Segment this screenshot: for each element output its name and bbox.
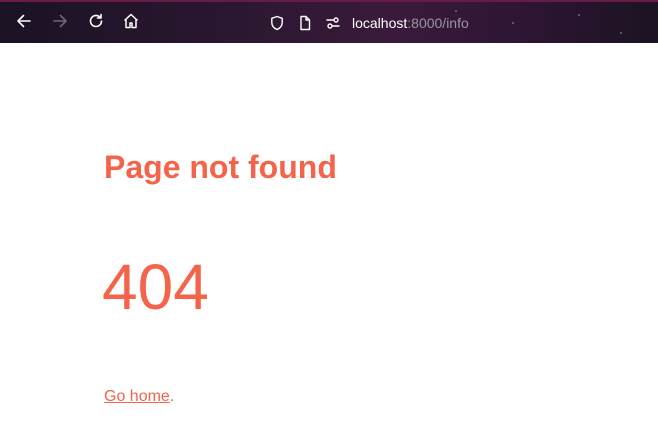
arrow-left-icon	[15, 12, 33, 35]
go-home-link[interactable]: Go home	[104, 388, 170, 405]
address-bar[interactable]: localhost:8000/info	[268, 10, 608, 36]
home-link-line: Go home.	[104, 386, 174, 408]
permissions-icon[interactable]	[324, 14, 342, 32]
address-url[interactable]: localhost:8000/info	[352, 15, 469, 31]
page-title: Page not found	[104, 149, 337, 185]
reload-button[interactable]	[83, 10, 109, 36]
error-code: 404	[102, 251, 209, 323]
shield-icon[interactable]	[268, 14, 286, 32]
home-icon	[122, 12, 140, 35]
url-port-path: :8000/info	[407, 15, 469, 31]
forward-button[interactable]	[47, 10, 73, 36]
home-link-suffix: .	[169, 388, 175, 405]
home-button[interactable]	[118, 10, 144, 36]
arrow-right-icon	[51, 12, 69, 35]
background-speck	[620, 32, 622, 34]
url-host: localhost	[352, 15, 408, 31]
browser-toolbar: localhost:8000/info	[0, 0, 658, 43]
back-button[interactable]	[11, 10, 37, 36]
reload-icon	[87, 12, 105, 35]
document-icon[interactable]	[296, 14, 314, 32]
